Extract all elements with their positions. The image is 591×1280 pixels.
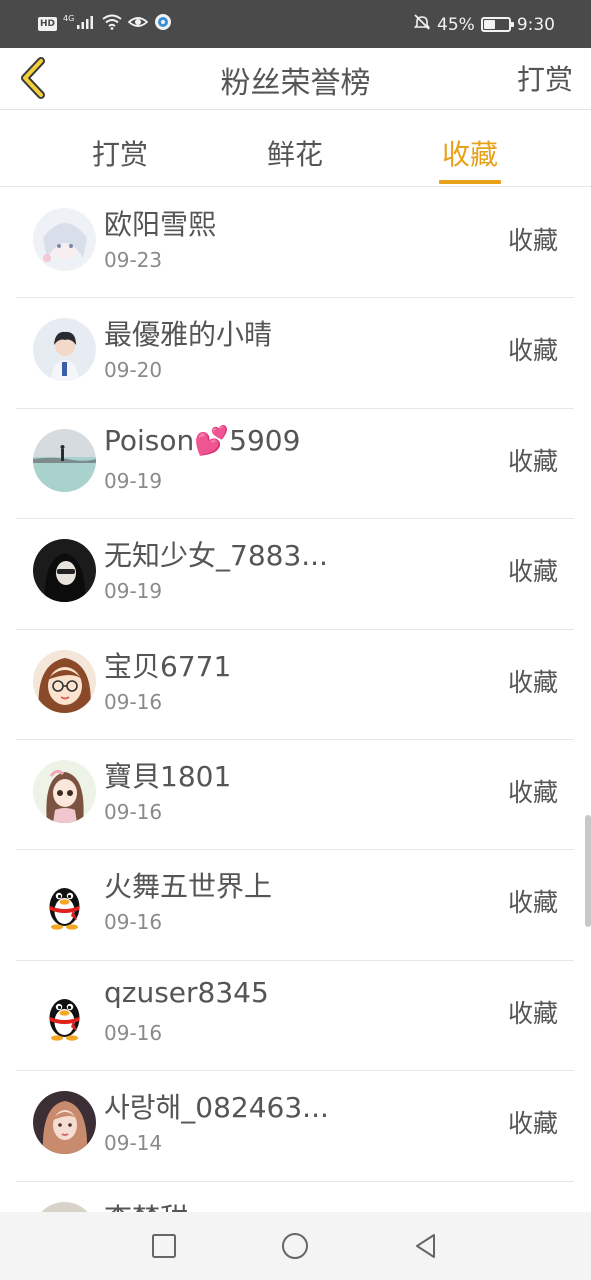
tab-flowers[interactable]: 鲜花 [225, 111, 365, 187]
fan-name: qzuser8345 [104, 975, 269, 1009]
penguin-avatar [33, 980, 96, 1044]
tab-tip[interactable]: 打赏 [50, 111, 190, 187]
hd-icon: HD [38, 17, 58, 31]
active-tab-indicator [439, 180, 501, 184]
wifi-icon [102, 14, 122, 34]
fan-name: 宝贝6771 [104, 649, 232, 683]
list-item[interactable]: 最優雅的小晴 09-20 收藏 [0, 298, 591, 409]
doll-avatar [33, 759, 96, 823]
status-time: 9:30 [516, 14, 555, 35]
tab-label: 收藏 [441, 138, 498, 171]
photo-avatar [33, 539, 96, 603]
fan-date: 09-20 [104, 358, 163, 383]
fan-name: 最優雅的小晴 [104, 318, 273, 352]
status-bar: HD 4G 45% 9:30 [0, 0, 591, 48]
fan-name: 无知少女_7883... [104, 539, 328, 573]
mute-icon [413, 13, 431, 36]
status-left: HD 4G [38, 13, 172, 35]
chevron-left-icon [21, 57, 45, 99]
landscape-avatar [33, 428, 96, 492]
tab-bar: 打赏 鲜花 收藏 [0, 111, 591, 187]
action-label: 收藏 [507, 446, 558, 476]
action-label: 收藏 [507, 336, 558, 366]
list-item[interactable]: qzuser8345 09-16 收藏 [0, 961, 591, 1072]
fan-date: 09-16 [104, 910, 163, 935]
tip-button[interactable]: 打赏 [517, 58, 573, 98]
app-notification-icon [154, 13, 172, 35]
home-button[interactable] [275, 1226, 315, 1266]
action-label: 收藏 [507, 557, 558, 587]
fan-date: 09-23 [104, 248, 163, 272]
fan-name: 寶貝1801 [104, 759, 232, 793]
fan-name: Poison💕5909 [104, 423, 301, 457]
action-label: 收藏 [507, 777, 558, 807]
tab-label: 打赏 [91, 138, 148, 171]
fan-list: 欧阳雪熙 09-23 收藏 最優雅的小晴 09-20 收藏 Poison💕590… [0, 188, 591, 1280]
list-item[interactable]: 欧阳雪熙 09-23 收藏 [0, 188, 591, 299]
list-item[interactable]: 火舞五世界上 09-16 收藏 [0, 850, 591, 961]
back-icon [416, 1234, 435, 1258]
photo-avatar [33, 318, 96, 382]
fan-date: 09-16 [104, 689, 163, 714]
action-label: 收藏 [507, 226, 558, 255]
back-button[interactable] [12, 56, 56, 100]
anime-avatar [33, 208, 96, 271]
fan-date: 09-14 [104, 1131, 163, 1156]
photo-avatar [33, 1091, 96, 1155]
eye-icon [127, 14, 149, 34]
back-system-button[interactable] [406, 1226, 446, 1266]
action-label: 收藏 [507, 998, 558, 1028]
tab-label: 鲜花 [266, 138, 323, 171]
list-item[interactable]: 寶貝1801 09-16 收藏 [0, 740, 591, 851]
penguin-avatar [33, 870, 96, 934]
fan-date: 09-19 [104, 579, 163, 604]
action-label: 收藏 [507, 1109, 558, 1139]
battery-level [483, 20, 495, 29]
recent-apps-icon [152, 1234, 176, 1258]
network-type-label: 4G [63, 13, 75, 23]
fan-date: 09-19 [104, 468, 163, 493]
signal-icon [76, 14, 96, 34]
page-title: 粉丝荣誉榜 [220, 66, 371, 101]
tab-collect[interactable]: 收藏 [400, 111, 540, 187]
status-right: 45% 9:30 [413, 13, 555, 36]
fan-name: 火舞五世界上 [104, 870, 273, 904]
list-item[interactable]: Poison💕5909 09-19 收藏 [0, 409, 591, 520]
fan-name: 사랑해_082463... [104, 1091, 329, 1125]
system-nav-bar [0, 1212, 591, 1280]
home-icon [282, 1233, 308, 1259]
recent-apps-button[interactable] [144, 1226, 184, 1266]
cartoon-girl-avatar [33, 649, 96, 713]
list-item[interactable]: 사랑해_082463... 09-14 收藏 [0, 1071, 591, 1182]
fan-date: 09-16 [104, 799, 163, 824]
fan-date: 09-16 [104, 1020, 163, 1045]
action-label: 收藏 [507, 888, 558, 918]
list-item[interactable]: 无知少女_7883... 09-19 收藏 [0, 519, 591, 630]
list-item[interactable]: 宝贝6771 09-16 收藏 [0, 630, 591, 740]
nav-bar: 粉丝荣誉榜 打赏 [0, 48, 591, 110]
fan-name: 欧阳雪熙 [104, 208, 217, 241]
battery-icon [480, 17, 514, 32]
action-label: 收藏 [507, 667, 558, 697]
battery-percent: 45% [437, 14, 475, 35]
scrollbar-thumb[interactable] [585, 815, 591, 927]
